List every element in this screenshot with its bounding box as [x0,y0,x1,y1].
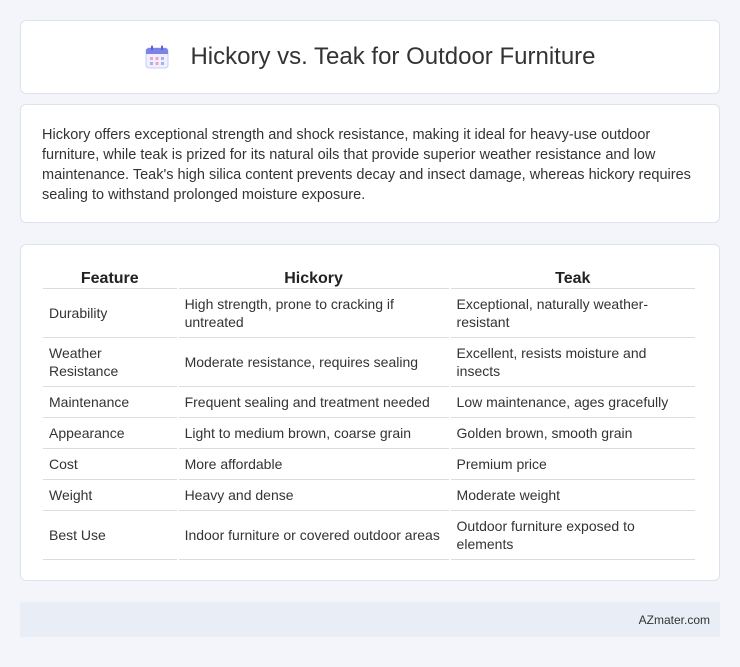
header-card: Hickory vs. Teak for Outdoor Furniture [20,20,720,94]
teak-cell: Excellent, resists moisture and insects [450,338,695,387]
footer-site-link[interactable]: AZmater.com [639,613,710,627]
teak-cell: Premium price [450,449,695,480]
comparison-table: Feature Hickory Teak Durability High str… [41,267,697,560]
hickory-cell: Light to medium brown, coarse grain [178,418,449,449]
hickory-cell: Heavy and dense [178,480,449,511]
feature-cell: Weight [43,480,177,511]
title-wrap: Hickory vs. Teak for Outdoor Furniture [144,43,596,71]
hickory-cell: Frequent sealing and treatment needed [178,387,449,418]
feature-cell: Durability [43,289,177,338]
feature-cell: Maintenance [43,387,177,418]
calendar-icon [144,44,170,70]
hickory-cell: Indoor furniture or covered outdoor area… [178,511,449,560]
teak-cell: Low maintenance, ages gracefully [450,387,695,418]
hickory-cell: High strength, prone to cracking if untr… [178,289,449,338]
feature-cell: Cost [43,449,177,480]
table-row: Best Use Indoor furniture or covered out… [43,511,695,560]
intro-card: Hickory offers exceptional strength and … [20,104,720,223]
table-row: Maintenance Frequent sealing and treatme… [43,387,695,418]
column-header-hickory: Hickory [178,267,449,289]
feature-cell: Appearance [43,418,177,449]
table-row: Cost More affordable Premium price [43,449,695,480]
comparison-card: Feature Hickory Teak Durability High str… [20,244,720,581]
teak-cell: Outdoor furniture exposed to elements [450,511,695,560]
column-header-teak: Teak [450,267,695,289]
feature-cell: Best Use [43,511,177,560]
table-row: Appearance Light to medium brown, coarse… [43,418,695,449]
teak-cell: Moderate weight [450,480,695,511]
footer-bar: AZmater.com [20,602,720,637]
intro-paragraph: Hickory offers exceptional strength and … [42,127,691,203]
page-title: Hickory vs. Teak for Outdoor Furniture [190,43,596,70]
table-row: Weight Heavy and dense Moderate weight [43,480,695,511]
table-row: Weather Resistance Moderate resistance, … [43,338,695,387]
table-header-row: Feature Hickory Teak [43,267,695,289]
hickory-cell: More affordable [178,449,449,480]
table-row: Durability High strength, prone to crack… [43,289,695,338]
column-header-feature: Feature [43,267,177,289]
feature-cell: Weather Resistance [43,338,177,387]
teak-cell: Golden brown, smooth grain [450,418,695,449]
hickory-cell: Moderate resistance, requires sealing [178,338,449,387]
teak-cell: Exceptional, naturally weather-resistant [450,289,695,338]
